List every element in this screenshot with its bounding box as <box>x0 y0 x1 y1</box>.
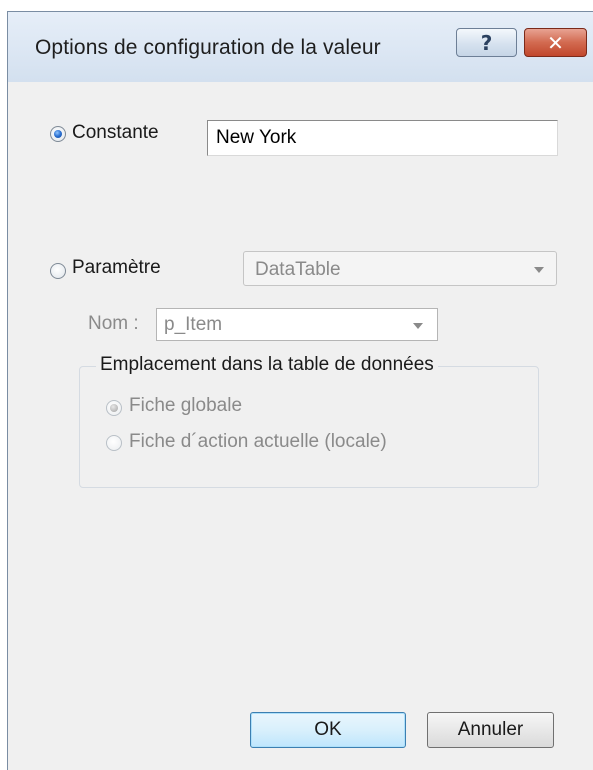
ok-button[interactable]: OK <box>250 712 406 748</box>
cancel-button[interactable]: Annuler <box>427 712 554 748</box>
constant-radio[interactable] <box>50 126 66 142</box>
radio-selected-dot <box>54 130 62 138</box>
parameter-type-value: DataTable <box>255 259 341 280</box>
dialog-body: Constante New York Paramètre DataTable N… <box>8 82 593 770</box>
chevron-down-icon <box>413 323 423 329</box>
dialog-title: Options de configuration de la valeur <box>35 36 381 59</box>
chevron-down-icon <box>534 267 544 273</box>
help-button[interactable]: ? <box>456 28 517 57</box>
parameter-name-value: p_Item <box>164 314 223 335</box>
constant-value-input[interactable]: New York <box>207 120 558 156</box>
radio-selected-dot <box>110 404 118 412</box>
location-group-box <box>79 366 539 488</box>
name-label: Nom : <box>88 313 139 334</box>
local-sheet-radio[interactable] <box>106 435 122 451</box>
parameter-radio[interactable] <box>50 263 66 279</box>
close-button[interactable]: ✕ <box>524 28 587 57</box>
help-icon: ? <box>480 30 493 55</box>
constant-label: Constante <box>72 122 159 143</box>
parameter-name-select[interactable]: p_Item <box>156 308 438 341</box>
parameter-label: Paramètre <box>72 257 161 278</box>
title-bar: Options de configuration de la valeur ? … <box>8 12 593 82</box>
close-icon: ✕ <box>547 30 564 55</box>
parameter-type-select[interactable]: DataTable <box>243 251 557 286</box>
global-sheet-label: Fiche globale <box>129 395 243 416</box>
constant-value-text: New York <box>216 127 297 148</box>
global-sheet-radio[interactable] <box>106 400 122 416</box>
value-config-dialog: Options de configuration de la valeur ? … <box>7 11 593 770</box>
location-group-title: Emplacement dans la table de données <box>96 354 438 376</box>
local-sheet-label: Fiche d´action actuelle (locale) <box>129 431 387 452</box>
